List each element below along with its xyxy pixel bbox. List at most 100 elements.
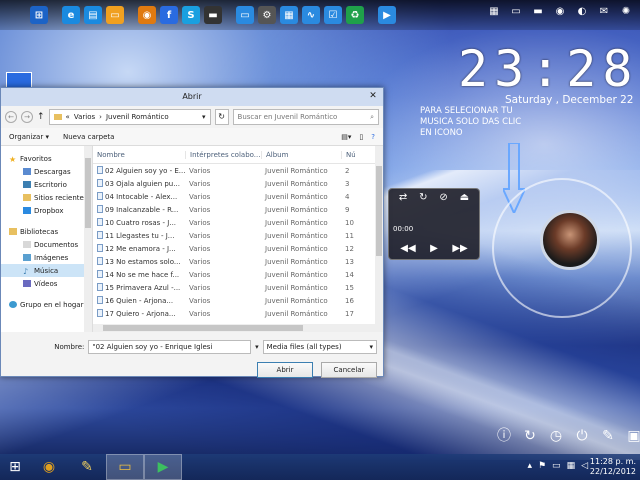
audio-file-icon [97, 244, 103, 252]
file-row[interactable]: 10 Cuatro rosas - J... Varios Juvenil Romá… [93, 216, 383, 229]
paint-taskbar-icon[interactable]: ✎ [68, 454, 106, 480]
envelope-icon[interactable]: ✉ [596, 6, 612, 20]
file-row[interactable]: 11 Llegastes tu - J... Varios Juvenil Romá… [93, 229, 383, 242]
organize-menu[interactable]: Organizar ▾ [9, 133, 49, 141]
firefox-icon[interactable]: ◉ [138, 6, 156, 24]
explorer-taskbar-icon[interactable]: ▭ [106, 454, 144, 480]
file-row[interactable]: 16 Quien - Arjona... Varios Juvenil Románt… [93, 294, 383, 307]
column-artists[interactable]: Intérpretes colabo... [185, 150, 261, 159]
address-bar[interactable]: « Varios › Juvenil Romántico ▾ [48, 109, 211, 125]
file-scrollbar[interactable] [375, 146, 383, 332]
wrench-icon[interactable]: ✎ [600, 428, 616, 444]
nav-documents[interactable]: Documentos [1, 238, 92, 251]
horizontal-scrollbar[interactable] [93, 324, 375, 332]
up-icon[interactable]: ↑ [37, 112, 45, 122]
phone-icon[interactable]: ▬ [530, 6, 546, 20]
nav-libraries[interactable]: Bibliotecas [1, 225, 92, 238]
breadcrumb-varios[interactable]: Varios [74, 113, 95, 121]
next-icon[interactable]: ▶▶ [452, 243, 467, 254]
file-row[interactable]: 09 Inalcanzable - R... Varios Juvenil Romá… [93, 203, 383, 216]
drive-icon[interactable]: ▬ [204, 6, 222, 24]
top-right-icons: ▦ ▭ ▬ ◉ ◐ ✉ ✺ [486, 6, 634, 20]
back-icon[interactable]: ← [5, 111, 17, 123]
nav-music[interactable]: ♪ Música [1, 264, 92, 277]
power-icon[interactable]: ⏻ [574, 428, 590, 444]
network-icon[interactable]: ▦ [280, 6, 298, 24]
column-name[interactable]: Nombre [93, 151, 185, 159]
file-row[interactable]: 15 Primavera Azul -... Varios Juvenil Romá… [93, 281, 383, 294]
facebook-icon[interactable]: f [160, 6, 178, 24]
repeat-icon[interactable]: ↻ [419, 192, 427, 203]
shuffle-icon[interactable]: ⇄ [399, 192, 407, 203]
new-folder-button[interactable]: Nueva carpeta [63, 133, 114, 141]
file-row[interactable]: 02 Alguien soy yo - E... Varios Juvenil Ro… [93, 164, 383, 177]
file-row[interactable]: 17 Quiero - Arjona... Varios Juvenil Román… [93, 307, 383, 320]
chrome-taskbar-icon[interactable]: ◉ [30, 454, 68, 480]
nav-videos[interactable]: Vídeos [1, 277, 92, 290]
folder-icon[interactable]: ▭ [106, 6, 124, 24]
dialog-title-bar: Abrir ✕ [1, 88, 383, 106]
taskbar-clock[interactable]: 11:28 p. m. 22/12/2012 [590, 457, 636, 477]
help-icon[interactable]: ? [371, 133, 375, 141]
previous-icon[interactable]: ◀◀ [400, 243, 415, 254]
refresh-button[interactable]: ↻ [214, 109, 229, 125]
breadcrumb-album[interactable]: Juvenil Romántico [106, 113, 169, 121]
tray-arrow-icon[interactable]: ▴ [527, 461, 532, 471]
nav-downloads[interactable]: Descargas [1, 165, 92, 178]
flag-icon[interactable]: ⚑ [538, 461, 546, 471]
file-row[interactable]: 14 No se me hace f... Varios Juvenil Román… [93, 268, 383, 281]
start-button[interactable]: ⊞ [0, 454, 30, 480]
close-icon[interactable]: ✕ [367, 90, 379, 102]
eject-icon[interactable]: ⏏ [460, 192, 469, 203]
chevron-down-icon[interactable]: ▾ [202, 113, 206, 121]
search-input[interactable]: Buscar en Juvenil Romántico ⌕ [232, 109, 379, 125]
open-button[interactable]: Abrir [257, 362, 313, 378]
windows-icon[interactable]: ⊞ [30, 6, 48, 24]
column-number[interactable]: Nú [341, 150, 355, 159]
volume-icon[interactable]: ◉ [552, 6, 568, 20]
gear-icon[interactable]: ⚙ [258, 6, 276, 24]
nav-favorites[interactable]: ★ Favoritos [1, 152, 92, 165]
file-type-select[interactable]: Media files (all types) ▾ [262, 340, 377, 354]
speaker-icon[interactable]: ◁ [581, 461, 588, 471]
grid-icon[interactable]: ▦ [486, 6, 502, 20]
clock-icon[interactable]: ◷ [548, 428, 564, 444]
display-icon[interactable]: ▭ [552, 461, 561, 471]
media-taskbar-icon[interactable]: ▶ [144, 454, 182, 480]
filename-input[interactable]: "02 Alguien soy yo - Enrique Iglesi [88, 340, 252, 354]
camera-icon[interactable]: ◐ [574, 6, 590, 20]
play-icon[interactable]: ▶ [430, 243, 438, 254]
network-tray-icon[interactable]: ▦ [567, 461, 576, 471]
preview-pane-icon[interactable]: ▯ [359, 133, 363, 141]
chevron-down-icon[interactable]: ▾ [255, 343, 259, 351]
nav-homegroup[interactable]: Grupo en el hogar [1, 298, 92, 311]
stop-icon[interactable]: ⊘ [439, 192, 447, 203]
pulse-icon[interactable]: ∿ [302, 6, 320, 24]
view-options-icon[interactable]: ▤▾ [341, 133, 351, 141]
nav-recent[interactable]: Sitios recientes [1, 191, 92, 204]
monitor-icon[interactable]: ▭ [236, 6, 254, 24]
skype-icon[interactable]: S [182, 6, 200, 24]
battery-icon[interactable]: ▭ [508, 6, 524, 20]
file-row[interactable]: 13 No estamos solo... Varios Juvenil Román… [93, 255, 383, 268]
info-icon[interactable]: ⓘ [496, 428, 512, 444]
avatar[interactable] [540, 210, 600, 270]
file-row[interactable]: 03 Ojala alguien pu... Varios Juvenil Romá… [93, 177, 383, 190]
library-icon[interactable]: ▤ [84, 6, 102, 24]
refresh-icon[interactable]: ↻ [522, 428, 538, 444]
ie-icon[interactable]: e [62, 6, 80, 24]
lock-icon[interactable]: ▣ [626, 428, 640, 444]
nav-images[interactable]: Imágenes [1, 251, 92, 264]
lightbulb-icon[interactable]: ✺ [618, 6, 634, 20]
recycle-bin-icon[interactable]: ♻ [346, 6, 364, 24]
nav-desktop[interactable]: Escritorio [1, 178, 92, 191]
cancel-button[interactable]: Cancelar [321, 362, 377, 378]
checklist-icon[interactable]: ☑ [324, 6, 342, 24]
column-album[interactable]: Álbum [261, 150, 341, 159]
media-player-icon[interactable]: ▶ [378, 6, 396, 24]
nav-dropbox[interactable]: Dropbox [1, 204, 92, 217]
nav-scrollbar[interactable] [84, 146, 92, 332]
forward-icon[interactable]: → [21, 111, 33, 123]
file-row[interactable]: 04 Intocable - Alex... Varios Juvenil Romá… [93, 190, 383, 203]
file-row[interactable]: 12 Me enamora - J... Varios Juvenil Románt… [93, 242, 383, 255]
